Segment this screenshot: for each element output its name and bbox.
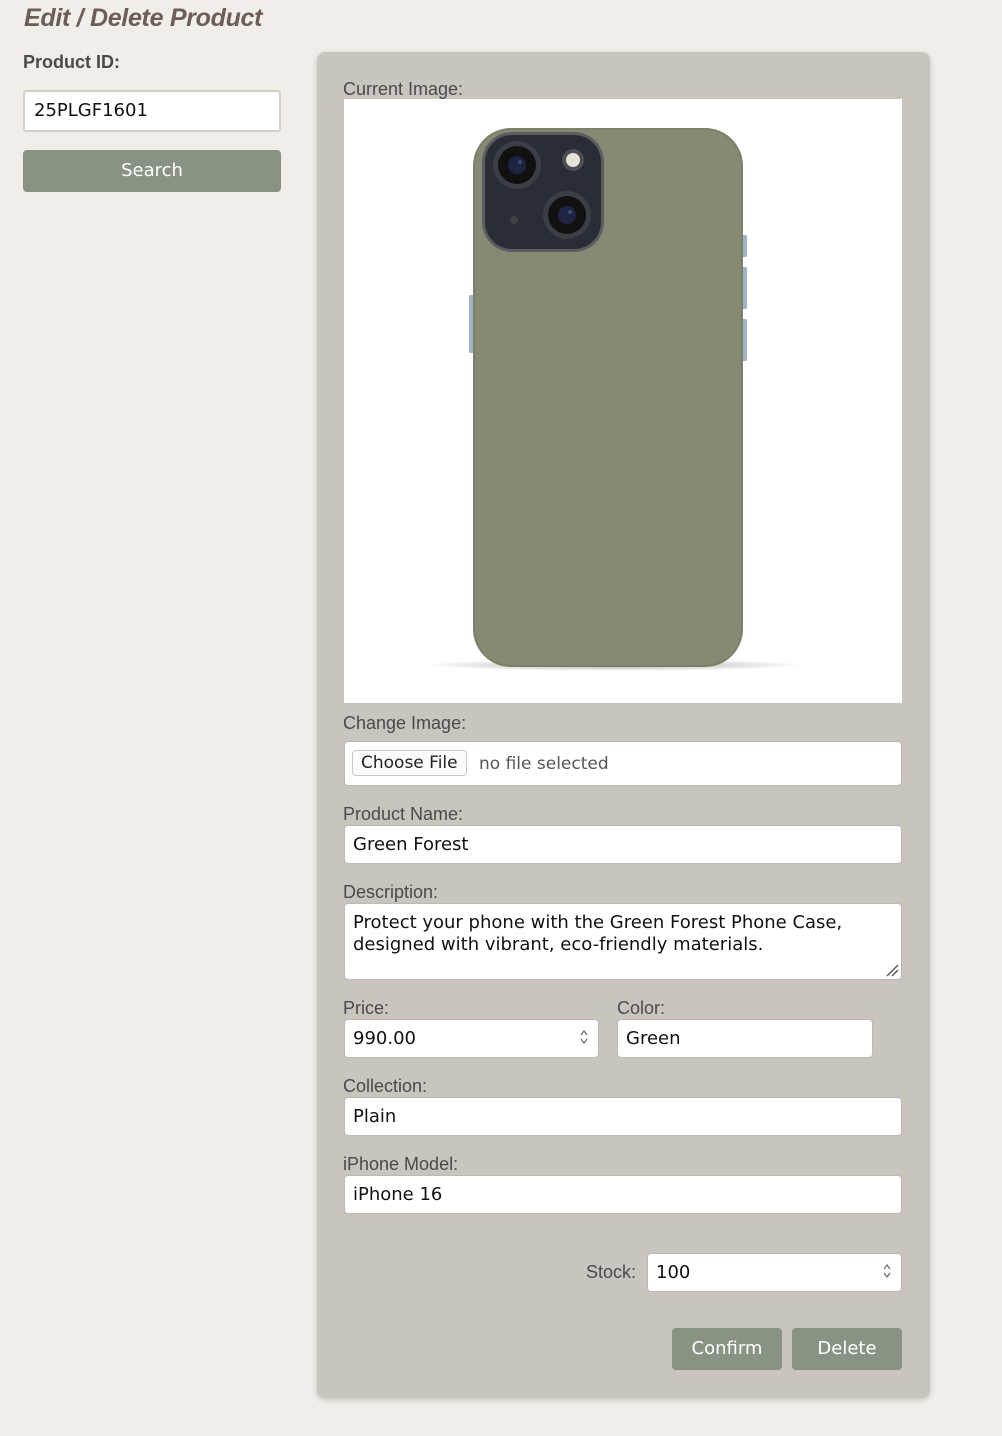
collection-input[interactable]: Plain [344,1097,902,1136]
delete-button[interactable]: Delete [792,1328,902,1370]
stepper-arrows-icon[interactable] [883,1263,891,1279]
product-id-label: Product ID: [23,52,120,72]
color-input[interactable]: Green [617,1019,873,1058]
stock-input[interactable]: 100 [647,1253,902,1292]
price-value: 990.00 [353,1028,416,1049]
choose-file-button[interactable]: Choose File [352,750,467,776]
stock-label: Stock: [586,1262,637,1282]
current-image-label: Current Image: [343,79,464,99]
color-label: Color: [617,998,666,1018]
iphone-model-label: iPhone Model: [343,1154,459,1174]
product-name-label: Product Name: [343,804,464,824]
search-button[interactable]: Search [23,150,281,192]
description-label: Description: [343,882,439,902]
resize-handle-icon[interactable] [885,963,899,977]
price-label: Price: [343,998,390,1018]
description-line: Protect your phone with the Green Forest… [353,912,843,933]
stepper-arrows-icon[interactable] [580,1029,588,1045]
phone-case-image [424,128,804,671]
stock-value: 100 [656,1262,691,1283]
change-image-label: Change Image: [343,713,467,733]
product-name-input[interactable]: Green Forest [344,825,902,864]
iphone-model-input[interactable]: iPhone 16 [344,1175,902,1214]
file-upload-field: Choose File no file selected [344,741,902,786]
product-id-input[interactable]: 25PLGF1601 [23,90,281,132]
description-line: designed with vibrant, eco-friendly mate… [353,934,764,955]
product-image [344,99,902,703]
price-input[interactable]: 990.00 [344,1019,599,1058]
confirm-button[interactable]: Confirm [672,1328,782,1370]
description-textarea[interactable]: Protect your phone with the Green Forest… [344,903,902,980]
page-title: Edit / Delete Product [24,4,263,32]
collection-label: Collection: [343,1076,428,1096]
file-status-text: no file selected [479,754,609,774]
